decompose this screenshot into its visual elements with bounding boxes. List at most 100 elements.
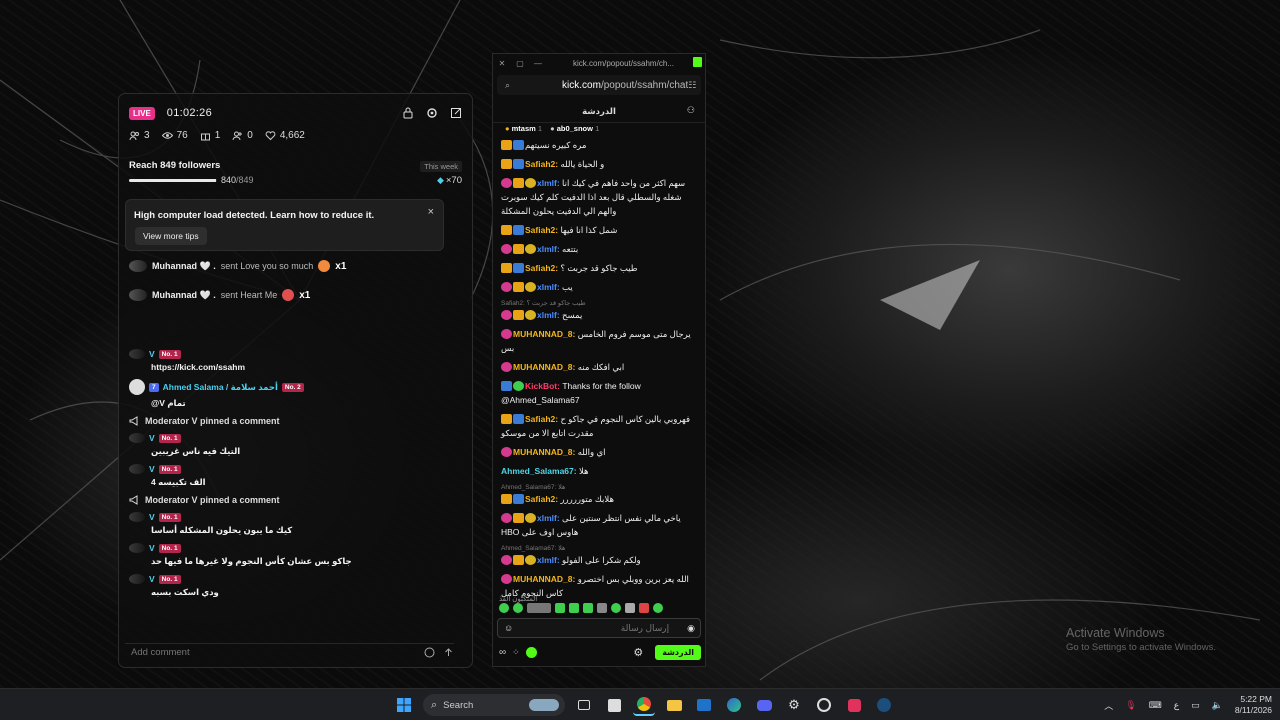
chat-message[interactable]: Safiah2: طيب جاكو قد جربت ؟	[501, 261, 697, 275]
emote-icon[interactable]	[527, 603, 551, 613]
chat-message[interactable]: xlmlf: يب	[501, 280, 697, 294]
avatar	[129, 379, 145, 395]
chat-username[interactable]: xlmlf:	[537, 178, 560, 188]
store-icon[interactable]	[603, 694, 625, 716]
chat-username[interactable]: Ahmed_Salama67:	[501, 466, 577, 476]
popout-icon[interactable]	[450, 107, 462, 119]
chat-username[interactable]: xlmlf:	[537, 513, 560, 523]
clock[interactable]: 5:22 PM 8/11/2026	[1235, 694, 1272, 716]
network-icon[interactable]: ▭	[1191, 700, 1200, 711]
send-icon[interactable]	[443, 647, 454, 658]
chat-message[interactable]: MUHANNAD_8: يرجال متى موسم فروم الخامس ب…	[501, 327, 697, 355]
file-explorer-icon[interactable]	[663, 694, 685, 716]
chat-message[interactable]: xlmlf: سهم اكثر من واحد فاهم في كيك انا …	[501, 176, 697, 218]
user-settings-icon[interactable]: ⚇	[687, 105, 695, 116]
chat-input-box: ☺ ◉	[497, 618, 701, 638]
chat-message[interactable]: Safiah2: و الحياة يالله	[501, 157, 697, 171]
close-icon[interactable]: ×	[428, 206, 434, 218]
badge-icon	[501, 178, 512, 188]
chat-username[interactable]: Safiah2:	[525, 414, 558, 424]
steam-icon[interactable]	[873, 694, 895, 716]
volume-icon[interactable]: 🔈	[1212, 700, 1223, 711]
top-gifters: ● mtasm 1 ● ab0_snow 1	[505, 124, 599, 133]
language-indicator[interactable]: ع	[1174, 700, 1179, 711]
list-item[interactable]: ● ab0_snow 1	[550, 124, 599, 133]
rank-badge: No. 1	[158, 543, 181, 553]
lock-icon[interactable]	[402, 107, 414, 119]
task-view-icon[interactable]	[573, 694, 595, 716]
kick-rewards-icon[interactable]	[525, 646, 537, 658]
outlook-icon[interactable]	[693, 694, 715, 716]
chat-message[interactable]: xlmlf: بتتعه	[501, 242, 697, 256]
chat-send-button[interactable]: الدردشة	[655, 644, 701, 660]
badge-icon	[501, 362, 512, 372]
chat-username[interactable]: MUHANNAD_8:	[513, 329, 575, 339]
chevron-up-icon[interactable]: ︿	[1104, 699, 1113, 712]
emote-icon[interactable]	[639, 603, 649, 613]
chat-username[interactable]: xlmlf:	[537, 310, 560, 320]
badge-icon	[501, 282, 512, 292]
chat-username[interactable]: Safiah2:	[525, 159, 558, 169]
chat-message[interactable]: Ahmed_Salama67: هلا Safiah2: هلابك متوررر…	[501, 483, 697, 506]
emote-icon[interactable]	[625, 603, 635, 613]
emoji-icon[interactable]	[424, 647, 435, 658]
rank-badge: No. 1	[158, 349, 181, 359]
emote-icon[interactable]	[597, 603, 607, 613]
list-item: V No. 1 https://kick.com/ssahm	[129, 349, 464, 372]
chat-username[interactable]: Safiah2:	[525, 225, 558, 235]
settings-icon[interactable]: ⚙	[783, 694, 805, 716]
chat-username[interactable]: xlmlf:	[537, 282, 560, 292]
emote-icon[interactable]	[569, 603, 579, 613]
chat-username[interactable]: xlmlf:	[537, 244, 560, 254]
chat-username[interactable]: Safiah2:	[525, 263, 558, 273]
chat-message[interactable]: مره كبيره نسيتهم	[501, 138, 697, 152]
chat-username[interactable]: MUHANNAD_8:	[513, 447, 575, 457]
infinity-icon[interactable]: ∞	[499, 647, 506, 658]
badge-icon	[513, 178, 524, 188]
address-bar[interactable]: ⌕ kick.com/popout/ssahm/chat ☷	[497, 75, 701, 95]
gear-icon[interactable]	[426, 107, 438, 119]
chrome-icon[interactable]	[633, 694, 655, 716]
chat-message-input[interactable]	[513, 623, 688, 633]
chat-message[interactable]: Safiah2: شمل كذا انا فيها	[501, 223, 697, 237]
emote-icon[interactable]	[653, 603, 663, 613]
comment-input[interactable]	[125, 647, 416, 658]
gift-icon[interactable]: ◉	[687, 623, 695, 634]
emote-icon[interactable]	[555, 603, 565, 613]
minimize-icon[interactable]: —	[529, 59, 547, 68]
chat-username[interactable]: MUHANNAD_8:	[513, 362, 575, 372]
microphone-icon[interactable]: 🎙	[1125, 700, 1136, 711]
emote-icon[interactable]	[513, 603, 523, 613]
close-icon[interactable]: ✕	[493, 59, 511, 68]
emote-icon[interactable]	[583, 603, 593, 613]
chat-message[interactable]: Safiah2: فهروبي بالين كاس النجوم في جاكو…	[501, 412, 697, 440]
gear-icon[interactable]: ⚙	[633, 646, 643, 659]
chat-username[interactable]: Safiah2:	[525, 494, 558, 504]
chat-username[interactable]: xlmlf:	[537, 555, 560, 565]
emote-icon[interactable]	[611, 603, 621, 613]
discord-icon[interactable]	[753, 694, 775, 716]
emoji-icon[interactable]: ☺	[504, 623, 513, 633]
start-button[interactable]	[393, 694, 415, 716]
maximize-icon[interactable]: ▢	[511, 59, 529, 68]
chat-message[interactable]: Safiah2: طيب جاكو قد جربت ؟ xlmlf: يمسح	[501, 299, 697, 322]
chat-username[interactable]: MUHANNAD_8:	[513, 574, 575, 584]
badge-icon	[513, 140, 524, 150]
chat-message[interactable]: Ahmed_Salama67: هلا	[501, 464, 697, 478]
chat-message[interactable]: MUHANNAD_8: اي والله	[501, 445, 697, 459]
drops-icon[interactable]: ⁘	[512, 647, 520, 658]
chat-message[interactable]: KickBot: Thanks for the follow @Ahmed_Sa…	[501, 379, 697, 407]
list-item[interactable]: ● mtasm 1	[505, 124, 542, 133]
obs-icon[interactable]	[813, 694, 835, 716]
view-more-tips-button[interactable]: View more tips	[135, 227, 207, 245]
chat-message[interactable]: Ahmed_Salama67: هلا xlmlf: ولكم شكرا على …	[501, 544, 697, 567]
chat-message[interactable]: MUHANNAD_8: ابي افكك منه	[501, 360, 697, 374]
chat-message[interactable]: xlmlf: ياخي مالي نفس انتظر سنتين على هاو…	[501, 511, 697, 539]
edge-icon[interactable]	[723, 694, 745, 716]
settings-sliders-icon[interactable]: ☷	[688, 80, 696, 91]
tiktok-icon[interactable]	[843, 694, 865, 716]
chat-username[interactable]: KickBot:	[525, 381, 560, 391]
taskbar-search[interactable]: ⌕ Search	[423, 694, 565, 716]
keyboard-icon[interactable]: ⌨	[1149, 700, 1162, 711]
emote-icon[interactable]	[499, 603, 509, 613]
